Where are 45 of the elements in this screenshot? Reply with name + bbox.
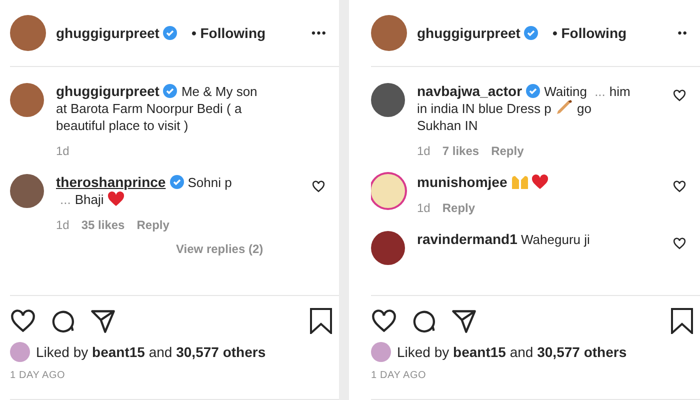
heart-icon[interactable] — [673, 88, 686, 102]
caption-time: 1d — [56, 144, 70, 158]
avatar[interactable] — [371, 230, 405, 265]
avatar[interactable] — [10, 174, 44, 208]
comment-icon[interactable] — [50, 308, 76, 334]
bookmark-icon[interactable] — [670, 308, 694, 334]
avatar[interactable] — [10, 82, 44, 117]
heart-icon[interactable] — [371, 308, 397, 334]
comment-text: theroshanprince Sohni p ... Bhaji — [56, 174, 233, 208]
liked-by-text: Liked by beant15 and 30,577 others — [36, 344, 266, 360]
verified-badge-icon — [170, 174, 184, 189]
comment-text: navbajwa_actor Waiting ... him in india IN blue Dress p go Sukhan IN — [417, 82, 632, 134]
avatar[interactable] — [371, 14, 407, 51]
heart-icon[interactable] — [673, 236, 686, 250]
heart-emoji-icon — [530, 174, 549, 190]
share-icon[interactable] — [451, 308, 477, 334]
heart-emoji-icon — [107, 190, 126, 207]
heart-icon[interactable] — [673, 180, 686, 193]
following-link[interactable]: • Following — [191, 24, 266, 41]
caption-text: ghuggigurpreet Me & My son at Barota Farm Noorpur Bedi ( a beautiful place to visit ) — [56, 82, 258, 134]
heart-icon[interactable] — [10, 308, 36, 334]
comment-text: munishomjee — [417, 174, 632, 191]
bookmark-icon[interactable] — [309, 308, 333, 334]
username[interactable]: ghuggigurpreet — [417, 24, 542, 41]
share-icon[interactable] — [90, 308, 116, 334]
avatar[interactable] — [371, 82, 405, 117]
more-options[interactable]: •• — [678, 26, 688, 40]
following-link[interactable]: • Following — [552, 24, 627, 41]
comment-icon[interactable] — [411, 308, 437, 334]
avatar[interactable] — [371, 174, 405, 208]
verified-badge-icon — [163, 26, 178, 40]
heart-icon[interactable] — [312, 180, 325, 193]
comment-time: 1d — [417, 200, 430, 215]
post-age: 1 DAY AGO — [10, 370, 66, 382]
comment-time: 1d — [56, 218, 70, 232]
post-age: 1 DAY AGO — [371, 370, 428, 382]
comment-text: ravindermand1 Waheguru ji — [417, 230, 591, 248]
verified-badge-icon — [163, 84, 178, 98]
verified-badge-icon — [526, 84, 540, 98]
verified-badge-icon — [524, 26, 538, 40]
comment-time: 1d — [417, 144, 430, 158]
more-options[interactable]: ••• — [311, 26, 327, 40]
liked-by-text: Liked by beant15 and 30,577 others — [397, 344, 627, 360]
username[interactable]: ghuggigurpreet — [56, 24, 182, 41]
avatar[interactable] — [10, 14, 46, 51]
